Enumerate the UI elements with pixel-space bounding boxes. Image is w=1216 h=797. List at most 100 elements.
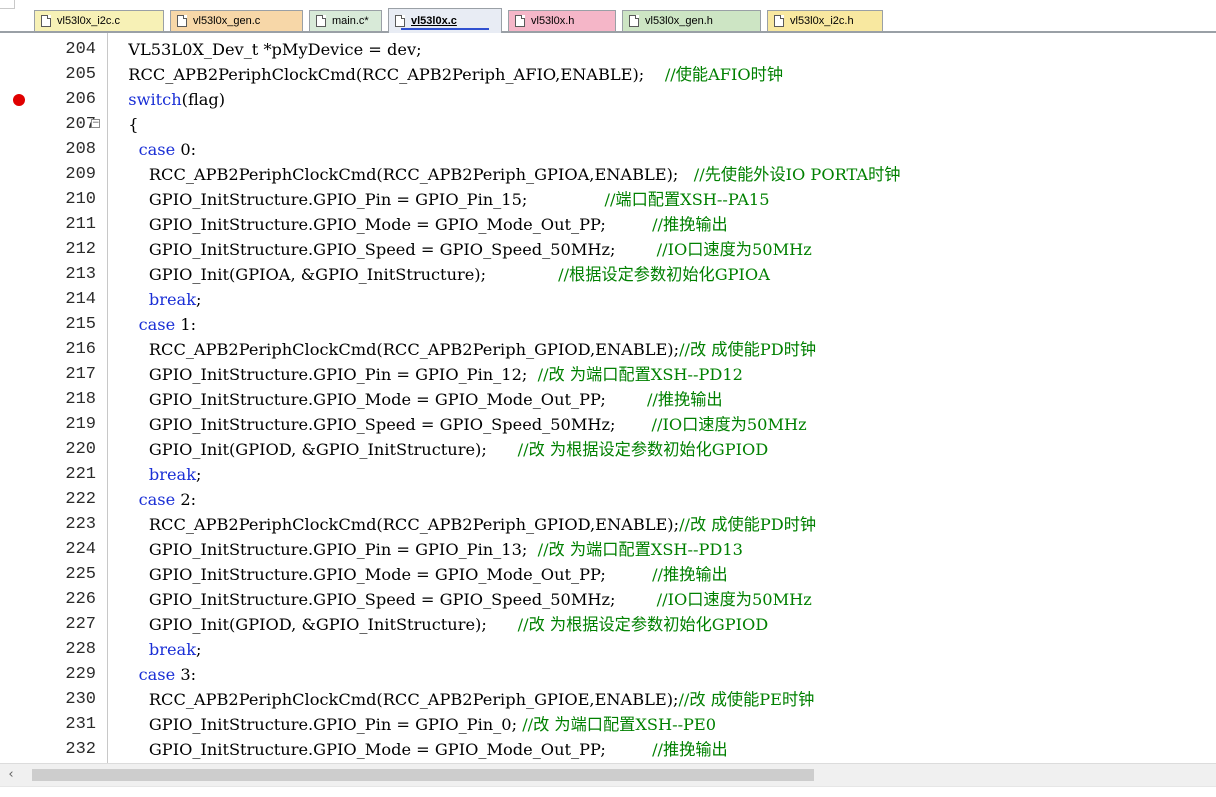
line-number: 211 bbox=[65, 215, 96, 234]
code-segment: GPIO_Init(GPIOD, &GPIO_InitStructure); bbox=[118, 615, 518, 634]
code-segment: RCC_APB2PeriphClockCmd(RCC_APB2Periph_GP… bbox=[118, 165, 694, 184]
code-line[interactable]: 221 break; bbox=[0, 462, 1216, 487]
code-line[interactable]: 213 GPIO_Init(GPIOA, &GPIO_InitStructure… bbox=[0, 262, 1216, 287]
code-line[interactable]: 214 break; bbox=[0, 287, 1216, 312]
tab-label: vl53l0x_gen.c bbox=[193, 15, 261, 27]
chevron-left-icon[interactable]: ‹ bbox=[4, 766, 18, 784]
code-segment: RCC_APB2PeriphClockCmd(RCC_APB2Periph_GP… bbox=[118, 515, 680, 534]
code-line[interactable]: 215 case 1: bbox=[0, 312, 1216, 337]
tab-main-c-[interactable]: main.c* bbox=[309, 10, 382, 31]
code-segment: GPIO_InitStructure.GPIO_Pin = GPIO_Pin_1… bbox=[118, 365, 538, 384]
code-line[interactable]: 205 RCC_APB2PeriphClockCmd(RCC_APB2Perip… bbox=[0, 62, 1216, 87]
status-strip bbox=[0, 786, 1216, 797]
line-number: 229 bbox=[65, 665, 96, 684]
keyword-token: case bbox=[138, 315, 176, 334]
file-icon bbox=[629, 15, 639, 27]
breakpoint-icon[interactable] bbox=[13, 94, 25, 106]
keyword-token: case bbox=[138, 665, 176, 684]
code-line[interactable]: 231 GPIO_InitStructure.GPIO_Pin = GPIO_P… bbox=[0, 712, 1216, 737]
comment-token: //IO口速度为50MHz bbox=[656, 240, 812, 259]
comment-token: //IO口速度为50MHz bbox=[651, 415, 807, 434]
line-number: 220 bbox=[65, 440, 96, 459]
code-line[interactable]: 209 RCC_APB2PeriphClockCmd(RCC_APB2Perip… bbox=[0, 162, 1216, 187]
code-text: RCC_APB2PeriphClockCmd(RCC_APB2Periph_GP… bbox=[118, 337, 816, 362]
code-line[interactable]: 210 GPIO_InitStructure.GPIO_Pin = GPIO_P… bbox=[0, 187, 1216, 212]
code-line[interactable]: 216 RCC_APB2PeriphClockCmd(RCC_APB2Perip… bbox=[0, 337, 1216, 362]
code-line[interactable]: 217 GPIO_InitStructure.GPIO_Pin = GPIO_P… bbox=[0, 362, 1216, 387]
code-line[interactable]: 208 case 0: bbox=[0, 137, 1216, 162]
scrollbar-thumb[interactable] bbox=[32, 769, 814, 781]
code-segment: GPIO_Init(GPIOD, &GPIO_InitStructure); bbox=[118, 440, 518, 459]
code-text: GPIO_InitStructure.GPIO_Mode = GPIO_Mode… bbox=[118, 737, 728, 762]
code-line[interactable]: 228 break; bbox=[0, 637, 1216, 662]
code-text: VL53L0X_Dev_t *pMyDevice = dev; bbox=[118, 37, 421, 62]
tab-label: vl53l0x_i2c.h bbox=[790, 15, 854, 27]
tab-label: vl53l0x.c bbox=[411, 15, 457, 27]
code-segment: ; bbox=[196, 290, 202, 309]
line-number: 228 bbox=[65, 640, 96, 659]
code-text: RCC_APB2PeriphClockCmd(RCC_APB2Periph_AF… bbox=[118, 62, 783, 87]
keyword-token: case bbox=[138, 490, 176, 509]
comment-token: //改 为端口配置XSH--PD12 bbox=[537, 365, 743, 384]
tab-vl53l0x-gen-c[interactable]: vl53l0x_gen.c bbox=[170, 10, 303, 31]
code-segment: GPIO_InitStructure.GPIO_Mode = GPIO_Mode… bbox=[118, 215, 653, 234]
code-line[interactable]: 225 GPIO_InitStructure.GPIO_Mode = GPIO_… bbox=[0, 562, 1216, 587]
line-number: 217 bbox=[65, 365, 96, 384]
code-text: GPIO_InitStructure.GPIO_Speed = GPIO_Spe… bbox=[118, 237, 812, 262]
code-line[interactable]: 222 case 2: bbox=[0, 487, 1216, 512]
code-line[interactable]: 230 RCC_APB2PeriphClockCmd(RCC_APB2Perip… bbox=[0, 687, 1216, 712]
comment-token: //推挽输出 bbox=[646, 390, 723, 409]
code-line[interactable]: 212 GPIO_InitStructure.GPIO_Speed = GPIO… bbox=[0, 237, 1216, 262]
tab-vl53l0x-gen-h[interactable]: vl53l0x_gen.h bbox=[622, 10, 761, 31]
line-number: 224 bbox=[65, 540, 96, 559]
code-line[interactable]: 204 VL53L0X_Dev_t *pMyDevice = dev; bbox=[0, 37, 1216, 62]
code-text: break; bbox=[118, 637, 202, 662]
code-text: GPIO_InitStructure.GPIO_Speed = GPIO_Spe… bbox=[118, 587, 812, 612]
code-text: GPIO_InitStructure.GPIO_Pin = GPIO_Pin_0… bbox=[118, 712, 716, 737]
code-line[interactable]: 227 GPIO_Init(GPIOD, &GPIO_InitStructure… bbox=[0, 612, 1216, 637]
code-line[interactable]: 223 RCC_APB2PeriphClockCmd(RCC_APB2Perip… bbox=[0, 512, 1216, 537]
code-text: GPIO_InitStructure.GPIO_Mode = GPIO_Mode… bbox=[118, 212, 728, 237]
code-line[interactable]: 211 GPIO_InitStructure.GPIO_Mode = GPIO_… bbox=[0, 212, 1216, 237]
line-number: 221 bbox=[65, 465, 96, 484]
code-line[interactable]: 206 switch(flag) bbox=[0, 87, 1216, 112]
code-line[interactable]: 218 GPIO_InitStructure.GPIO_Mode = GPIO_… bbox=[0, 387, 1216, 412]
horizontal-scrollbar[interactable]: ‹ bbox=[0, 763, 1216, 786]
line-number: 209 bbox=[65, 165, 96, 184]
tab-vl53l0x-i2c-c[interactable]: vl53l0x_i2c.c bbox=[34, 10, 164, 31]
tab-vl53l0x-h[interactable]: vl53l0x.h bbox=[508, 10, 616, 31]
code-segment: GPIO_InitStructure.GPIO_Pin = GPIO_Pin_1… bbox=[118, 540, 538, 559]
line-number: 215 bbox=[65, 315, 96, 334]
comment-token: //IO口速度为50MHz bbox=[656, 590, 812, 609]
code-line[interactable]: 219 GPIO_InitStructure.GPIO_Speed = GPIO… bbox=[0, 412, 1216, 437]
keyword-token: switch bbox=[128, 90, 182, 109]
code-line[interactable]: 224 GPIO_InitStructure.GPIO_Pin = GPIO_P… bbox=[0, 537, 1216, 562]
code-editor[interactable]: 204 VL53L0X_Dev_t *pMyDevice = dev; 205 R… bbox=[0, 33, 1216, 763]
line-number: 216 bbox=[65, 340, 96, 359]
code-line[interactable]: 232 GPIO_InitStructure.GPIO_Mode = GPIO_… bbox=[0, 737, 1216, 762]
comment-token: //改 为根据设定参数初始化GPIOD bbox=[517, 615, 769, 634]
line-number: 219 bbox=[65, 415, 96, 434]
comment-token: //改 成使能PD时钟 bbox=[679, 515, 817, 534]
fold-collapse-icon[interactable]: − bbox=[91, 119, 100, 128]
code-segment: RCC_APB2PeriphClockCmd(RCC_APB2Periph_GP… bbox=[118, 690, 679, 709]
code-segment: GPIO_InitStructure.GPIO_Mode = GPIO_Mode… bbox=[118, 565, 653, 584]
code-line[interactable]: 229 case 3: bbox=[0, 662, 1216, 687]
code-line[interactable]: 220 GPIO_Init(GPIOD, &GPIO_InitStructure… bbox=[0, 437, 1216, 462]
code-text: GPIO_InitStructure.GPIO_Pin = GPIO_Pin_1… bbox=[118, 187, 770, 212]
keyword-token: break bbox=[148, 640, 197, 659]
tab-label: vl53l0x.h bbox=[531, 15, 575, 27]
tab-vl53l0x-c[interactable]: vl53l0x.c bbox=[388, 8, 502, 33]
code-line[interactable]: 226 GPIO_InitStructure.GPIO_Speed = GPIO… bbox=[0, 587, 1216, 612]
line-number: 213 bbox=[65, 265, 96, 284]
tab-label: vl53l0x_i2c.c bbox=[57, 15, 120, 27]
code-text: RCC_APB2PeriphClockCmd(RCC_APB2Periph_GP… bbox=[118, 687, 815, 712]
code-line[interactable]: 207− { bbox=[0, 112, 1216, 137]
code-text: GPIO_InitStructure.GPIO_Pin = GPIO_Pin_1… bbox=[118, 362, 743, 387]
line-number: 232 bbox=[65, 740, 96, 759]
tab-vl53l0x-i2c-h[interactable]: vl53l0x_i2c.h bbox=[767, 10, 883, 31]
code-text: GPIO_InitStructure.GPIO_Speed = GPIO_Spe… bbox=[118, 412, 807, 437]
